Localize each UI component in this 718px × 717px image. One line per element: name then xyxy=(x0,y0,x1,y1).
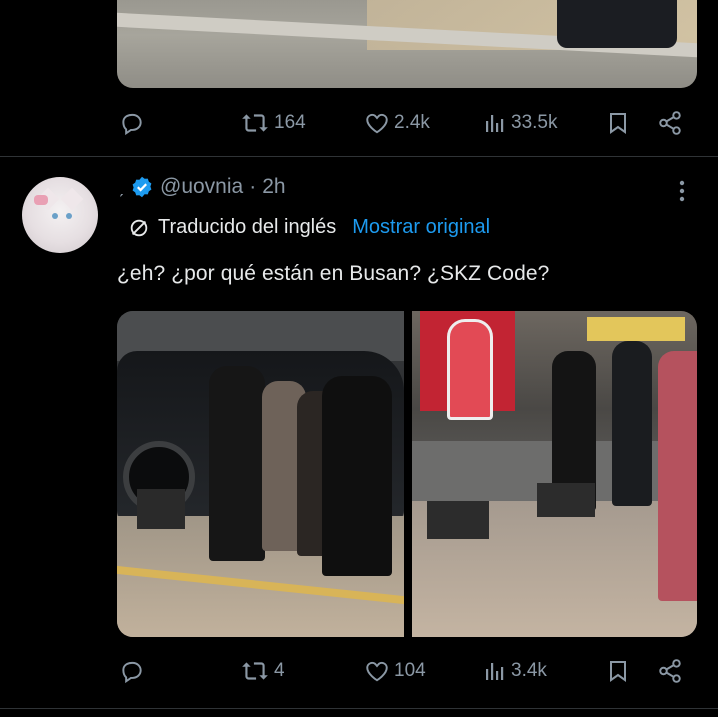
tweet-divider xyxy=(0,708,718,709)
tweet-divider xyxy=(0,156,718,157)
avatar[interactable] xyxy=(22,177,98,253)
avatar-eye xyxy=(66,213,72,219)
retweet-icon xyxy=(242,114,268,132)
retweet-count: 164 xyxy=(274,112,306,133)
views-icon xyxy=(486,115,504,132)
share-icon xyxy=(659,111,681,135)
tweet-media[interactable] xyxy=(117,311,697,637)
avatar-eye xyxy=(52,213,58,219)
heart-icon xyxy=(366,661,388,682)
media-image-right[interactable] xyxy=(412,311,697,637)
verified-badge-icon xyxy=(132,176,152,198)
previous-tweet-media[interactable] xyxy=(117,0,697,88)
translate-icon xyxy=(130,219,148,236)
reply-icon xyxy=(122,113,142,136)
bollard xyxy=(137,489,185,529)
views-count: 33.5k xyxy=(511,112,558,133)
red-sign-cup xyxy=(447,319,493,420)
like-count: 104 xyxy=(394,660,426,681)
bollard xyxy=(537,483,595,517)
like-count: 2.4k xyxy=(394,112,430,133)
person-figure xyxy=(612,341,652,506)
reply-icon xyxy=(122,661,142,684)
reply-button[interactable] xyxy=(119,110,149,136)
bollard xyxy=(427,501,489,539)
like-button[interactable]: 104 xyxy=(364,658,426,684)
yellow-awning xyxy=(587,317,685,341)
tweet-time[interactable]: 2h xyxy=(262,175,285,199)
tweet-header: ˏ @uovnia · 2h xyxy=(118,175,286,199)
more-dots-icon xyxy=(679,180,685,202)
header-separator: · xyxy=(249,175,257,198)
bookmark-icon xyxy=(610,113,626,134)
retweet-icon xyxy=(242,662,268,680)
like-button[interactable]: 2.4k xyxy=(364,110,430,136)
display-name-mark: ˏ xyxy=(118,176,124,197)
person-figure xyxy=(658,351,697,601)
views-count: 3.4k xyxy=(511,660,547,681)
media-image-left[interactable] xyxy=(117,311,404,637)
retweet-button[interactable]: 164 xyxy=(240,110,306,136)
translation-label: Traducido del inglés xyxy=(158,216,337,238)
show-original-link[interactable]: Mostrar original xyxy=(352,216,490,239)
share-button[interactable] xyxy=(656,110,684,136)
bookmark-icon xyxy=(610,661,626,682)
avatar-ear xyxy=(60,187,84,211)
translation-row: Traducido del inglés Mostrar original xyxy=(128,216,490,239)
views-button[interactable]: 33.5k xyxy=(483,110,557,136)
bookmark-button[interactable] xyxy=(606,110,630,136)
more-options-button[interactable] xyxy=(672,178,692,204)
share-button[interactable] xyxy=(656,658,684,684)
media-person-figure xyxy=(557,0,677,48)
views-icon xyxy=(486,663,504,680)
reply-button[interactable] xyxy=(119,658,149,684)
bookmark-button[interactable] xyxy=(606,658,630,684)
tweet-text: ¿eh? ¿por qué están en Busan? ¿SKZ Code? xyxy=(117,262,550,285)
views-button[interactable]: 3.4k xyxy=(483,658,547,684)
person-figure xyxy=(209,366,265,561)
retweet-count: 4 xyxy=(274,660,285,681)
retweet-button[interactable]: 4 xyxy=(240,658,285,684)
person-figure xyxy=(322,376,392,576)
avatar-bow xyxy=(34,195,48,205)
share-icon xyxy=(659,659,681,683)
user-handle[interactable]: @uovnia xyxy=(160,175,243,199)
heart-icon xyxy=(366,113,388,134)
